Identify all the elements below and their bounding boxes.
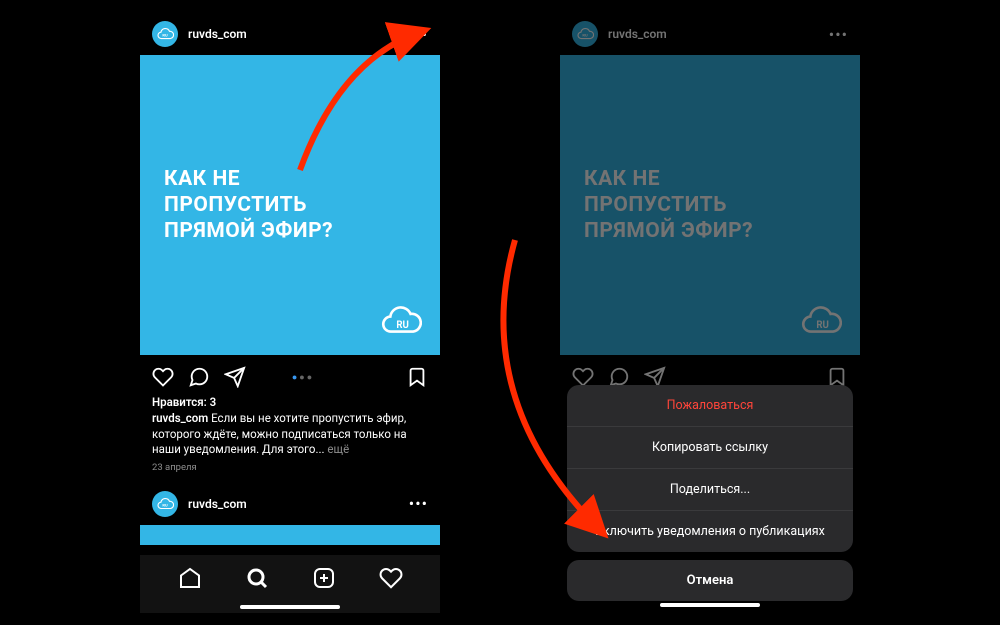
phone-left: RU ruvds_com ••• КАК НЕ ПРОПУСТИТЬ ПРЯМО… <box>140 13 440 613</box>
sheet-enable-notifications[interactable]: Включить уведомления о публикациях <box>567 511 853 552</box>
phone-right: RU ruvds_com ••• КАК НЕ ПРОПУСТИТЬ ПРЯМО… <box>560 13 860 613</box>
search-icon[interactable] <box>245 566 269 590</box>
username-label[interactable]: ruvds_com <box>188 497 409 511</box>
avatar: RU <box>572 21 598 47</box>
post-title: КАК НЕ ПРОПУСТИТЬ ПРЯМОЙ ЭФИР? <box>584 166 836 245</box>
username-label[interactable]: ruvds_com <box>188 27 409 41</box>
sheet-share[interactable]: Поделиться... <box>567 469 853 511</box>
more-options-icon: ••• <box>829 25 848 44</box>
post-image: КАК НЕ ПРОПУСТИТЬ ПРЯМОЙ ЭФИР? RU <box>560 55 860 355</box>
username-label: ruvds_com <box>608 27 829 41</box>
post-header: RU ruvds_com ••• <box>140 13 440 55</box>
post-title: КАК НЕ ПРОПУСТИТЬ ПРЯМОЙ ЭФИР? <box>164 166 416 245</box>
home-icon[interactable] <box>178 566 202 590</box>
likes-count[interactable]: Нравится: 3 <box>140 395 440 409</box>
svg-text:RU: RU <box>816 320 829 331</box>
bottom-nav <box>140 555 440 613</box>
cloud-ru-icon: RU <box>156 25 174 43</box>
home-indicator <box>660 603 760 607</box>
action-sheet: Пожаловаться Копировать ссылку Поделитьс… <box>567 385 853 601</box>
brand-logo: RU <box>378 305 422 341</box>
home-indicator <box>240 605 340 609</box>
brand-logo: RU <box>798 305 842 341</box>
svg-text:RU: RU <box>396 320 409 331</box>
avatar[interactable]: RU <box>152 21 178 47</box>
activity-icon[interactable] <box>379 566 403 590</box>
svg-text:RU: RU <box>162 502 168 507</box>
sheet-cancel[interactable]: Отмена <box>567 560 853 601</box>
avatar[interactable]: RU <box>152 491 178 517</box>
sheet-copy-link[interactable]: Копировать ссылку <box>567 427 853 469</box>
more-options-icon[interactable]: ••• <box>409 25 428 44</box>
action-row: ●●● <box>140 355 440 395</box>
more-options-icon[interactable]: ••• <box>409 494 428 513</box>
post-date: 23 апреля <box>140 458 440 477</box>
next-post-header: RU ruvds_com ••• <box>140 483 440 525</box>
action-sheet-group: Пожаловаться Копировать ссылку Поделитьс… <box>567 385 853 552</box>
svg-text:RU: RU <box>162 33 168 38</box>
svg-text:RU: RU <box>582 33 588 38</box>
add-post-icon[interactable] <box>312 566 336 590</box>
post-image[interactable]: КАК НЕ ПРОПУСТИТЬ ПРЯМОЙ ЭФИР? RU <box>140 55 440 355</box>
next-post-image-peek[interactable] <box>140 525 440 545</box>
carousel-indicator: ●●● <box>200 372 406 383</box>
caption-more[interactable]: ещё <box>327 442 349 456</box>
sheet-report[interactable]: Пожаловаться <box>567 385 853 427</box>
caption-username: ruvds_com <box>152 411 208 425</box>
post-header: RU ruvds_com ••• <box>560 13 860 55</box>
heart-icon[interactable] <box>152 366 174 388</box>
bookmark-icon[interactable] <box>406 366 428 388</box>
post-caption[interactable]: ruvds_com Если вы не хотите пропустить э… <box>140 409 440 458</box>
